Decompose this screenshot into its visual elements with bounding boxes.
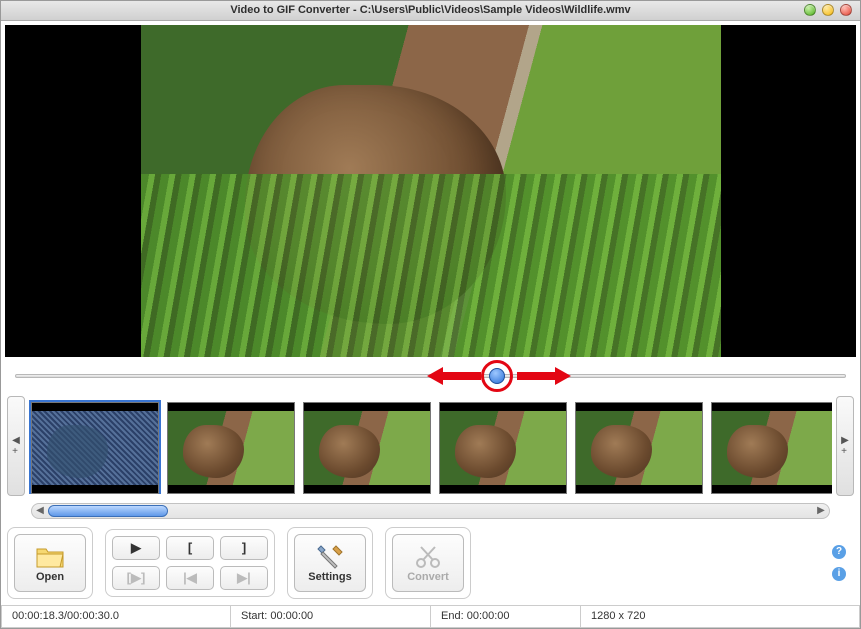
status-start-label: Start: bbox=[241, 610, 267, 622]
settings-label: Settings bbox=[308, 571, 351, 583]
open-label: Open bbox=[36, 571, 64, 583]
thumbnail-1[interactable] bbox=[167, 402, 295, 494]
minimize-button[interactable] bbox=[804, 4, 816, 16]
thumbnail-4[interactable] bbox=[575, 402, 703, 494]
filmstrip-thumbs bbox=[29, 398, 832, 494]
filmstrip: ◀+ ▶+ bbox=[7, 394, 854, 498]
info-button[interactable]: i bbox=[832, 567, 846, 581]
status-start-value: 00:00:00 bbox=[270, 610, 313, 622]
mark-in-button[interactable]: [ bbox=[166, 536, 214, 560]
status-end-value: 00:00:00 bbox=[467, 610, 510, 622]
status-start: Start: 00:00:00 bbox=[231, 606, 431, 628]
convert-group: Convert bbox=[385, 527, 471, 599]
status-bar: 00:00:18.3/00:00:30.0 Start: 00:00:00 En… bbox=[1, 605, 860, 628]
video-preview[interactable] bbox=[5, 25, 856, 357]
scissors-icon bbox=[415, 543, 441, 571]
thumbnail-3[interactable] bbox=[439, 402, 567, 494]
scrollbar-thumb[interactable] bbox=[48, 505, 168, 517]
open-button[interactable]: Open bbox=[14, 534, 86, 592]
tools-icon bbox=[316, 543, 344, 571]
settings-button[interactable]: Settings bbox=[294, 534, 366, 592]
window-title: Video to GIF Converter - C:\Users\Public… bbox=[230, 4, 630, 16]
annotation-arrow-left-icon bbox=[427, 367, 481, 385]
seek-bar[interactable] bbox=[15, 365, 846, 387]
titlebar[interactable]: Video to GIF Converter - C:\Users\Public… bbox=[1, 1, 860, 21]
help-info-group: ? i bbox=[832, 545, 854, 581]
thumbnail-0[interactable] bbox=[31, 402, 159, 494]
filmstrip-next-button[interactable]: ▶+ bbox=[836, 396, 854, 496]
play-button[interactable]: ▶ bbox=[112, 536, 160, 560]
video-subject bbox=[245, 85, 506, 324]
scrollbar-right-button[interactable]: ▶ bbox=[813, 504, 829, 518]
seek-thumb[interactable] bbox=[486, 365, 508, 387]
folder-icon bbox=[35, 543, 65, 571]
help-button[interactable]: ? bbox=[832, 545, 846, 559]
filmstrip-scrollbar[interactable]: ◀ ▶ bbox=[31, 503, 830, 519]
prev-frame-button[interactable]: |◀ bbox=[166, 566, 214, 590]
filmstrip-prev-button[interactable]: ◀+ bbox=[7, 396, 25, 496]
status-end-label: End: bbox=[441, 610, 464, 622]
convert-button[interactable]: Convert bbox=[392, 534, 464, 592]
window-controls bbox=[804, 4, 852, 16]
next-frame-button[interactable]: ▶| bbox=[220, 566, 268, 590]
status-end: End: 00:00:00 bbox=[431, 606, 581, 628]
seek-thumb-handle[interactable] bbox=[489, 368, 505, 384]
play-range-button[interactable]: [▶] bbox=[112, 566, 160, 590]
video-frame bbox=[141, 25, 721, 357]
status-resolution: 1280 x 720 bbox=[581, 606, 860, 628]
settings-group: Settings bbox=[287, 527, 373, 599]
close-button[interactable] bbox=[840, 4, 852, 16]
open-group: Open bbox=[7, 527, 93, 599]
toolbar: Open ▶ [ ] [▶] |◀ ▶| bbox=[7, 527, 854, 599]
convert-label: Convert bbox=[407, 571, 449, 583]
scrollbar-left-button[interactable]: ◀ bbox=[32, 504, 48, 518]
scrollbar-track[interactable] bbox=[48, 504, 813, 518]
mark-out-button[interactable]: ] bbox=[220, 536, 268, 560]
maximize-button[interactable] bbox=[822, 4, 834, 16]
annotation-arrow-right-icon bbox=[517, 367, 571, 385]
transport-group: ▶ [ ] [▶] |◀ ▶| bbox=[105, 529, 275, 597]
filmstrip-viewport bbox=[29, 398, 832, 494]
status-time: 00:00:18.3/00:00:30.0 bbox=[1, 606, 231, 628]
thumbnail-2[interactable] bbox=[303, 402, 431, 494]
thumbnail-5[interactable] bbox=[711, 402, 832, 494]
app-window: Video to GIF Converter - C:\Users\Public… bbox=[0, 0, 861, 629]
